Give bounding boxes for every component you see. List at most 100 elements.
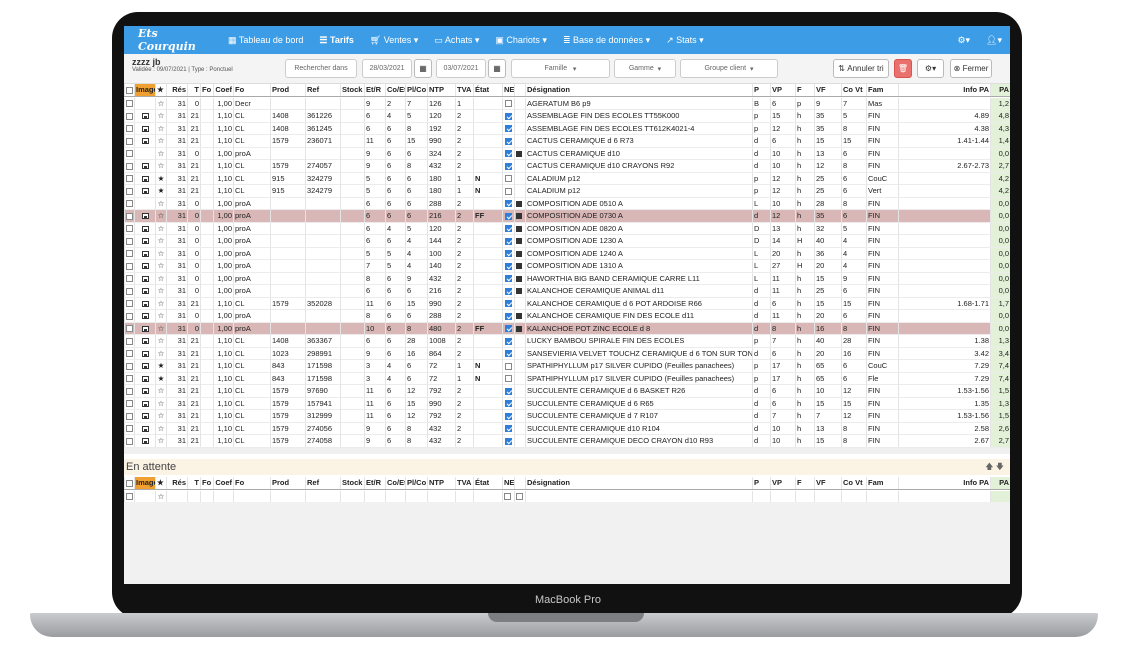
row-select-checkbox[interactable] — [126, 150, 133, 158]
table-row[interactable]: ☆ 31 21 1,10 CL 1579 236071 11 6 15 990 2 CACTUS CER… — [124, 135, 1010, 148]
row-select-checkbox[interactable] — [126, 425, 133, 433]
star-outline-icon[interactable]: ☆ — [158, 299, 165, 308]
nav-chariots[interactable]: ▣ Chariots ▾ — [487, 35, 555, 46]
annuler-tri-button[interactable]: ⇅ Annuler tri — [833, 59, 889, 78]
table-row[interactable]: ☆ 31 21 1,10 CL 1579 352028 11 6 15 990 2 KALANCHOE … — [124, 297, 1010, 310]
fermer-button[interactable]: ⊗ Fermer — [950, 59, 992, 78]
nav-achats[interactable]: ▭ Achats ▾ — [426, 35, 487, 46]
row-select-checkbox[interactable] — [126, 325, 133, 333]
table-row[interactable]: ☆ 31 0 1,00 proA 6 6 6 216 2 FF COMPOSITION ADE 073… — [124, 210, 1010, 223]
select-all-checkbox[interactable] — [126, 479, 133, 487]
star-outline-icon[interactable]: ☆ — [158, 349, 165, 358]
table-row[interactable]: ☆ 31 0 1,00 proA 10 6 8 480 2 FF KALANCHOE POT ZINC… — [124, 322, 1010, 335]
horizontal-scrollbar[interactable] — [124, 448, 1010, 454]
ne-checkbox[interactable] — [505, 125, 512, 133]
image-icon[interactable] — [141, 263, 149, 270]
table-row[interactable]: ★ 31 21 1,10 CL 915 324279 5 6 6 180 1 N CALADIUM p12… — [124, 185, 1010, 198]
image-icon[interactable] — [141, 163, 149, 170]
table-row[interactable]: ★ 31 21 1,10 CL 915 324279 5 6 6 180 1 N CALADIUM p12… — [124, 172, 1010, 185]
image-icon[interactable] — [141, 325, 149, 332]
table-row[interactable]: ☆ 31 21 1,10 CL 1408 361226 6 4 5 120 2 ASSEMBLAGE F… — [124, 110, 1010, 123]
image-icon[interactable] — [141, 438, 149, 445]
table-row[interactable]: ☆ 31 0 1,00 proA 8 6 9 432 2 HAWORTHIA BIG BAND CE… — [124, 272, 1010, 285]
ne-checkbox[interactable] — [505, 100, 512, 108]
row-select-checkbox[interactable] — [126, 337, 133, 345]
table-row[interactable]: ☆ 31 0 1,00 proA 6 6 4 144 2 COMPOSITION ADE 1230 … — [124, 235, 1010, 248]
table-row[interactable]: ☆ 31 0 1,00 proA 6 6 6 216 2 KALANCHOE CERAMIQUE A… — [124, 285, 1010, 298]
search-input[interactable]: Rechercher dans — [285, 59, 357, 78]
star-outline-icon[interactable]: ☆ — [158, 436, 165, 445]
nav-tarifs[interactable]: ☰ Tarifs — [311, 35, 361, 46]
star-outline-icon[interactable]: ☆ — [158, 136, 165, 145]
image-icon[interactable] — [141, 250, 149, 257]
ne-checkbox[interactable] — [505, 437, 512, 445]
move-up-icon[interactable]: 🡅 — [985, 462, 993, 471]
ne-checkbox[interactable] — [505, 187, 512, 195]
row-select-checkbox[interactable] — [126, 200, 133, 208]
table-row[interactable]: ☆ 31 0 1,00 proA 9 6 6 324 2 CACTUS CERAMIQUE d10 d… — [124, 147, 1010, 160]
star-outline-icon[interactable]: ☆ — [158, 124, 165, 133]
table-row[interactable]: ★ 31 21 1,10 CL 843 171598 3 4 6 72 1 N SPATHIPHYLLUM… — [124, 360, 1010, 373]
ne-checkbox[interactable] — [505, 400, 512, 408]
select-all-checkbox[interactable] — [126, 86, 133, 94]
star-outline-icon[interactable]: ☆ — [158, 224, 165, 233]
image-icon[interactable] — [141, 113, 149, 120]
star-outline-icon[interactable]: ☆ — [158, 149, 165, 158]
image-icon[interactable] — [141, 400, 149, 407]
star-outline-icon[interactable]: ☆ — [158, 111, 165, 120]
image-icon[interactable] — [141, 413, 149, 420]
nav-stats[interactable]: ↗ Stats ▾ — [658, 35, 712, 46]
row-select-checkbox[interactable] — [126, 125, 133, 133]
row-select-checkbox[interactable] — [126, 400, 133, 408]
ne-checkbox[interactable] — [504, 493, 511, 501]
star-outline-icon[interactable]: ☆ — [158, 324, 165, 333]
ne-checkbox[interactable] — [505, 137, 512, 145]
star-outline-icon[interactable]: ☆ — [158, 249, 165, 258]
row-select-checkbox[interactable] — [126, 212, 133, 220]
image-icon[interactable] — [141, 388, 149, 395]
row-select-checkbox[interactable] — [126, 412, 133, 420]
calendar-to-icon[interactable]: ▦ — [488, 59, 506, 78]
star-filled-icon[interactable]: ★ — [158, 361, 165, 370]
ne-checkbox[interactable] — [505, 375, 512, 383]
image-icon[interactable] — [141, 313, 149, 320]
star-outline-icon[interactable]: ☆ — [158, 424, 165, 433]
star-outline-icon[interactable]: ☆ — [158, 492, 165, 501]
row-select-checkbox[interactable] — [126, 437, 133, 445]
star-filled-icon[interactable]: ★ — [158, 186, 165, 195]
ne-checkbox[interactable] — [505, 212, 512, 220]
table-row[interactable]: ☆ 31 21 1,10 CL 1579 274057 9 6 8 432 2 CACTUS CERAM… — [124, 160, 1010, 173]
star-outline-icon[interactable]: ☆ — [158, 411, 165, 420]
image-icon[interactable] — [141, 175, 149, 182]
gamme-select[interactable]: Gamme ▾ — [614, 59, 676, 78]
image-icon[interactable] — [141, 300, 149, 307]
nav-tableau-de-bord[interactable]: ▦ Tableau de bord — [220, 35, 311, 46]
date-to-input[interactable]: 03/07/2021 — [436, 59, 486, 78]
table-row[interactable]: ☆ 31 21 1,10 CL 1579 157941 11 6 15 990 2 SUCCULENTE… — [124, 397, 1010, 410]
image-icon[interactable] — [141, 363, 149, 370]
image-icon[interactable] — [141, 275, 149, 282]
table-row[interactable]: ☆ 31 21 1,10 CL 1579 97690 11 6 12 792 2 SUCCULENTE … — [124, 385, 1010, 398]
row-select-checkbox[interactable] — [126, 162, 133, 170]
star-outline-icon[interactable]: ☆ — [158, 386, 165, 395]
star-outline-icon[interactable]: ☆ — [158, 236, 165, 245]
star-outline-icon[interactable]: ☆ — [158, 286, 165, 295]
row-select-checkbox[interactable] — [126, 262, 133, 270]
star-outline-icon[interactable]: ☆ — [158, 211, 165, 220]
row-select-checkbox[interactable] — [126, 175, 133, 183]
star-outline-icon[interactable]: ☆ — [158, 99, 165, 108]
row-select-checkbox[interactable] — [126, 187, 133, 195]
calendar-from-icon[interactable]: ▦ — [414, 59, 432, 78]
star-outline-icon[interactable]: ☆ — [158, 161, 165, 170]
star-outline-icon[interactable]: ☆ — [158, 261, 165, 270]
ne-checkbox[interactable] — [505, 250, 512, 258]
ne-checkbox[interactable] — [505, 412, 512, 420]
table-row[interactable]: ☆ 31 0 1,00 proA 7 5 4 140 2 COMPOSITION ADE 1310 … — [124, 260, 1010, 273]
image-icon[interactable] — [141, 238, 149, 245]
user-icon[interactable]: 👤︎▾ — [978, 35, 1010, 46]
ne-checkbox[interactable] — [505, 200, 512, 208]
image-icon[interactable] — [141, 375, 149, 382]
star-filled-icon[interactable]: ★ — [158, 374, 165, 383]
ne-checkbox[interactable] — [505, 287, 512, 295]
nav-base-de-donnees[interactable]: ≣ Base de données ▾ — [555, 35, 658, 46]
